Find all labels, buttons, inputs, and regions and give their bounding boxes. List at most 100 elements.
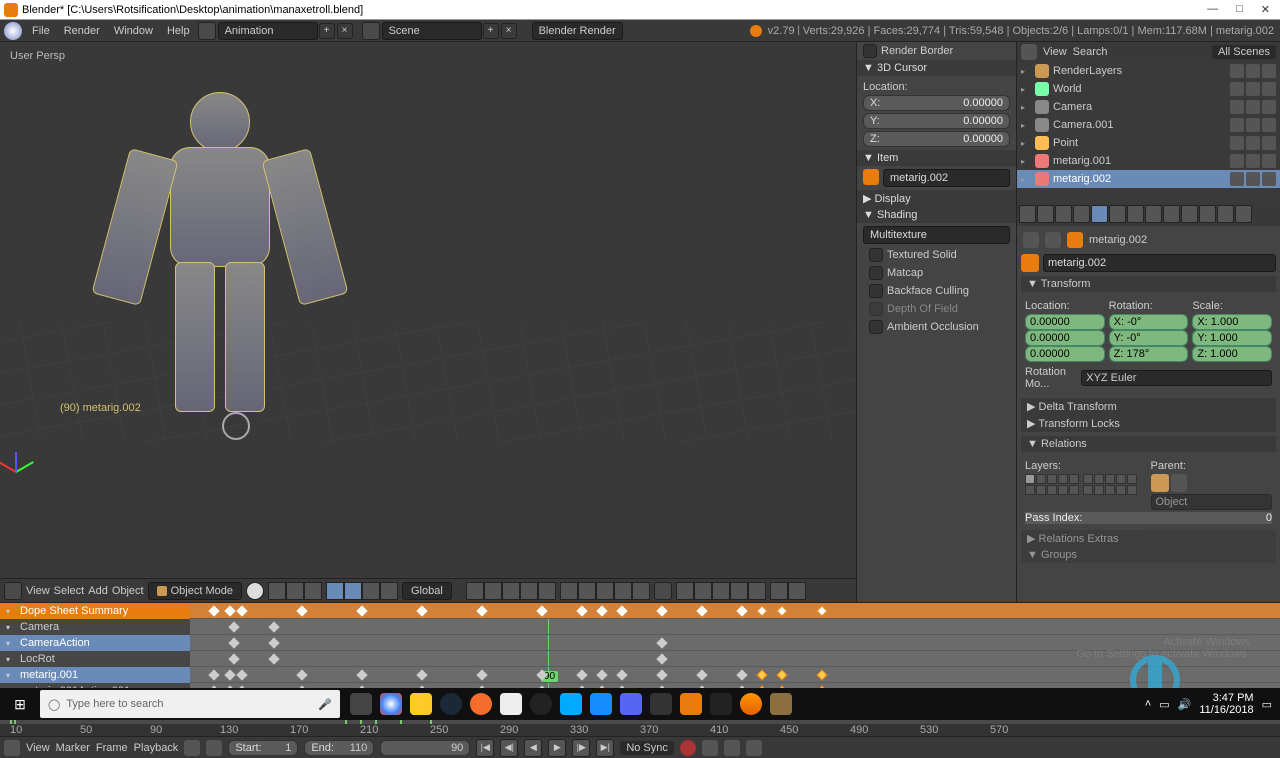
taskbar-search[interactable]: ◯ Type here to search 🎤 [40, 690, 340, 718]
keyframe[interactable] [356, 605, 367, 616]
keyframe[interactable] [656, 605, 667, 616]
keyframe[interactable] [268, 637, 279, 648]
app-inkscape-icon[interactable] [706, 688, 736, 720]
keyframe[interactable] [268, 653, 279, 664]
keyframe[interactable] [236, 669, 247, 680]
key-delete-icon[interactable] [746, 740, 762, 756]
key-insert-icon[interactable] [724, 740, 740, 756]
scene-dropdown[interactable]: Scene [382, 22, 482, 40]
screen-add-button[interactable]: + [319, 23, 335, 39]
shading-mode-dropdown[interactable]: Multitexture [863, 226, 1010, 244]
keyframe[interactable] [696, 605, 707, 616]
keyframe[interactable] [576, 669, 587, 680]
end-frame-field[interactable]: End:110 [304, 740, 374, 756]
keyframe[interactable] [696, 669, 707, 680]
app-game-icon[interactable] [766, 688, 796, 720]
keyframe[interactable] [416, 605, 427, 616]
shading-head[interactable]: ▼ Shading [857, 207, 1016, 223]
tl-clock-icon[interactable] [206, 740, 222, 756]
prop-tab-modifiers[interactable] [1127, 205, 1144, 223]
screen-layout-dropdown[interactable]: Animation [218, 22, 318, 40]
tray-network-icon[interactable]: ▭ [1159, 698, 1169, 711]
tray-date[interactable]: 11/16/2018 [1199, 704, 1253, 716]
cursor-x[interactable]: X:0.00000 [863, 95, 1010, 111]
rot-x[interactable]: X: -0° [1109, 314, 1189, 330]
app-origin-icon[interactable] [466, 688, 496, 720]
keyframe[interactable] [208, 605, 219, 616]
keyframe[interactable] [476, 605, 487, 616]
prop-tab-layers[interactable] [1037, 205, 1054, 223]
play-rev-button[interactable]: ◀ [524, 739, 542, 757]
start-button[interactable]: ⊞ [0, 688, 40, 720]
blender-logo-icon[interactable] [4, 22, 22, 40]
keyframe[interactable] [756, 605, 767, 616]
dope-track-row[interactable] [190, 603, 1280, 619]
timeline-editor-icon[interactable] [4, 740, 20, 756]
keyframe[interactable] [228, 637, 239, 648]
tray-notifications-icon[interactable]: ▭ [1262, 698, 1272, 711]
3d-menu-view[interactable]: View [26, 585, 50, 597]
tray-time[interactable]: 3:47 PM [1199, 692, 1253, 704]
tl-range-icon[interactable] [184, 740, 200, 756]
keyframe[interactable] [296, 669, 307, 680]
keyframe[interactable] [224, 605, 235, 616]
keyframe[interactable] [756, 669, 767, 680]
outliner-item[interactable]: ▸metarig.002 [1017, 170, 1280, 188]
minimize-button[interactable]: — [1207, 3, 1218, 16]
keyframe[interactable] [208, 669, 219, 680]
dope-track-label[interactable]: ▾LocRot [0, 651, 190, 667]
backface-check[interactable] [869, 284, 883, 298]
keyframe[interactable] [536, 669, 547, 680]
parent-type-dropdown[interactable]: Object [1151, 494, 1273, 510]
mic-icon[interactable]: 🎤 [318, 698, 332, 711]
system-tray[interactable]: ˄ ▭ 🔊 3:47 PM 11/16/2018 ▭ [1137, 692, 1280, 716]
app-discord-icon[interactable] [616, 688, 646, 720]
dope-track-label[interactable]: ▾CameraAction [0, 635, 190, 651]
dope-track-label[interactable]: ▾metarig.001 [0, 667, 190, 683]
rot-y[interactable]: Y: -0° [1109, 330, 1189, 346]
keyframe-prev-button[interactable]: ◀| [500, 739, 518, 757]
outliner-filter-dropdown[interactable]: All Scenes [1212, 45, 1276, 59]
keyframe[interactable] [296, 605, 307, 616]
3d-menu-add[interactable]: Add [88, 585, 108, 597]
keyframe[interactable] [616, 605, 627, 616]
tray-volume-icon[interactable]: 🔊 [1178, 698, 1192, 711]
scale-z[interactable]: Z: 1.000 [1192, 346, 1272, 362]
outliner-item[interactable]: ▸Camera [1017, 98, 1280, 116]
prop-tab-physics[interactable] [1235, 205, 1252, 223]
scene-browse-icon[interactable] [362, 22, 380, 40]
item-name-field[interactable]: metarig.002 [883, 169, 1010, 187]
parent-eyedrop-icon[interactable] [1171, 474, 1187, 492]
orientation-dropdown[interactable]: Global [402, 582, 452, 600]
menu-window[interactable]: Window [114, 25, 153, 37]
dope-track-label[interactable]: ▾Dope Sheet Summary [0, 603, 190, 619]
jump-start-button[interactable]: |◀ [476, 739, 494, 757]
render-buttons[interactable] [770, 582, 806, 600]
keyframe[interactable] [816, 605, 827, 616]
display-head[interactable]: ▶ Display [857, 190, 1016, 207]
keyframe[interactable] [736, 605, 747, 616]
layer-buttons-a[interactable] [466, 582, 556, 600]
keyframe[interactable] [776, 669, 787, 680]
app-obs-icon[interactable] [526, 688, 556, 720]
jump-end-button[interactable]: ▶| [596, 739, 614, 757]
scene-del-button[interactable]: × [501, 23, 517, 39]
menu-help[interactable]: Help [167, 25, 190, 37]
cursor-z[interactable]: Z:0.00000 [863, 131, 1010, 147]
app-bnet-icon[interactable] [586, 688, 616, 720]
ao-check[interactable] [869, 320, 883, 334]
keyframe[interactable] [596, 605, 607, 616]
screen-browse-icon[interactable] [198, 22, 216, 40]
textured-solid-check[interactable] [869, 248, 883, 262]
prop-tab-particles[interactable] [1217, 205, 1234, 223]
keyframe[interactable] [228, 621, 239, 632]
prop-tab-texture[interactable] [1199, 205, 1216, 223]
app-paint-icon[interactable] [556, 688, 586, 720]
layer-buttons-b[interactable] [560, 582, 650, 600]
mode-dropdown[interactable]: Object Mode [148, 582, 242, 600]
keyframe[interactable] [656, 653, 667, 664]
manipulator-buttons[interactable] [326, 582, 398, 600]
keyframe[interactable] [356, 669, 367, 680]
prop-tab-object[interactable] [1091, 205, 1108, 223]
3dcursor-head[interactable]: ▼ 3D Cursor [857, 60, 1016, 76]
